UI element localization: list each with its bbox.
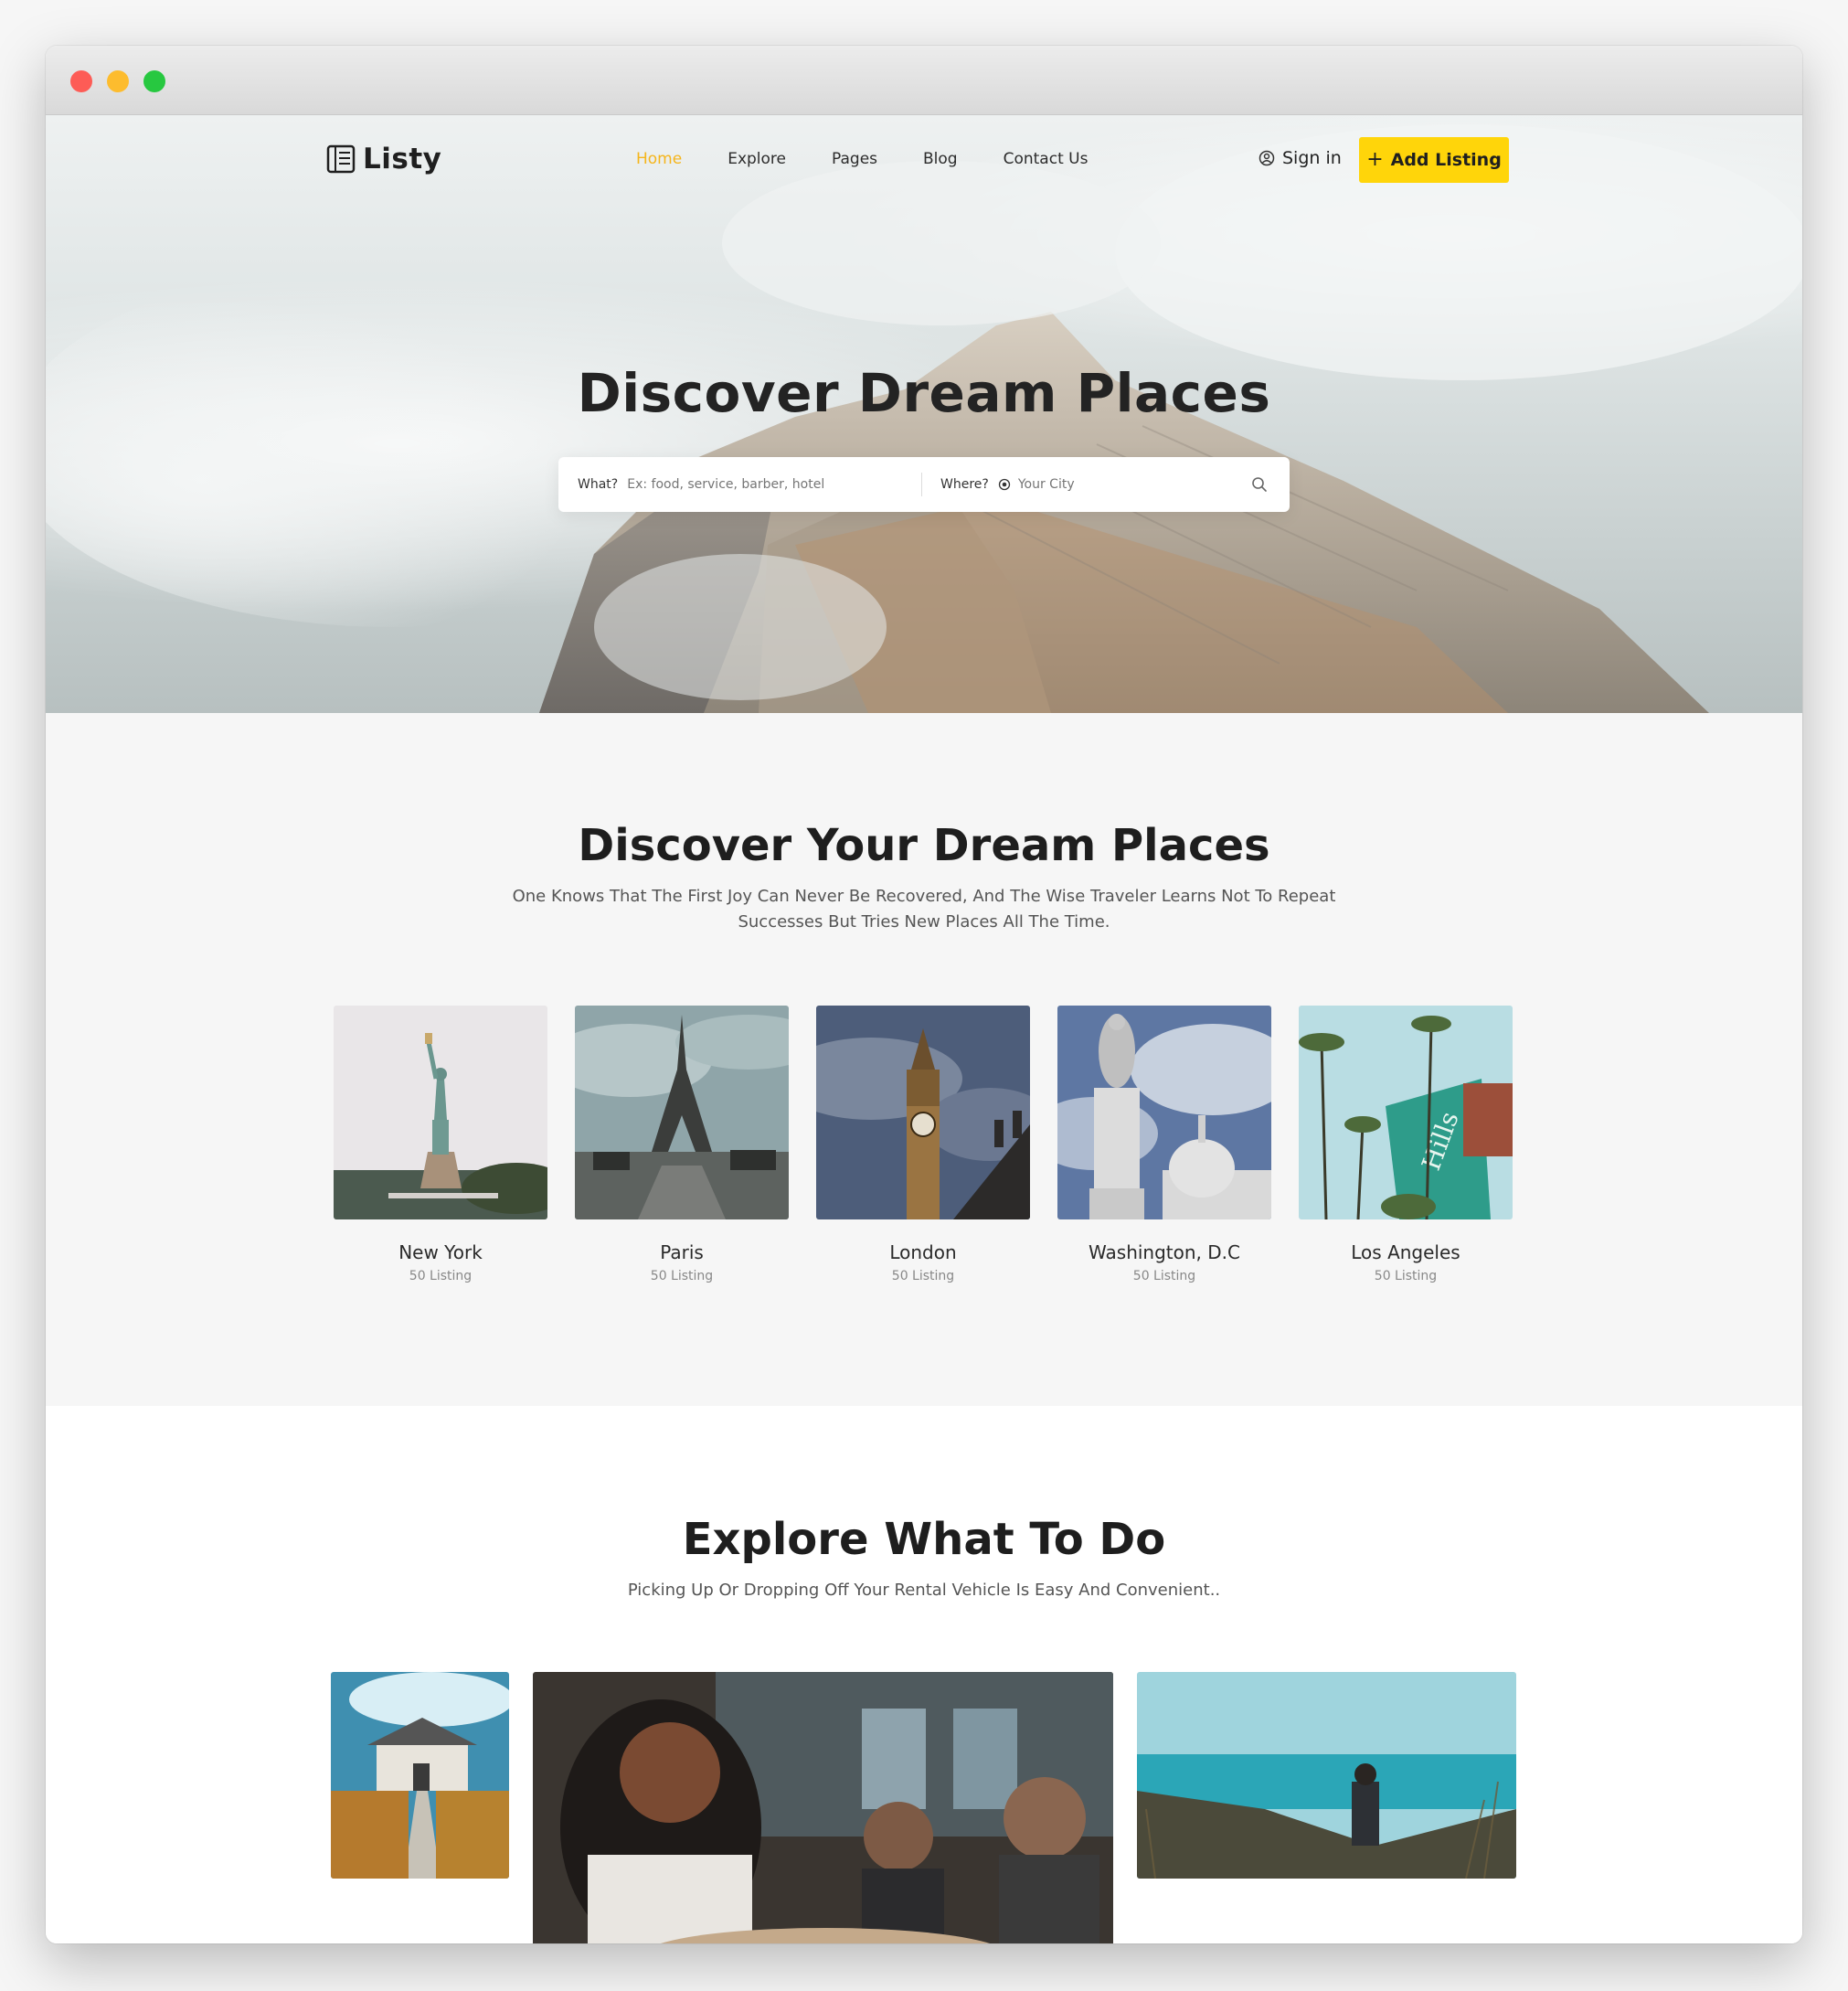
sign-in-label: Sign in bbox=[1282, 148, 1342, 168]
where-input[interactable] bbox=[1017, 477, 1219, 492]
city-image-washington-dc bbox=[1057, 1006, 1271, 1219]
city-image-paris bbox=[575, 1006, 789, 1219]
explore-section: Explore What To Do Picking Up Or Droppin… bbox=[46, 1406, 1802, 1943]
nav-explore[interactable]: Explore bbox=[728, 150, 786, 168]
book-icon bbox=[326, 144, 356, 174]
hero-section: Listy Home Explore Pages Blog Contact Us… bbox=[46, 115, 1802, 713]
places-subtitle: One Knows That The First Joy Can Never B… bbox=[512, 887, 1336, 932]
city-card-paris[interactable]: Paris 50 Listing bbox=[575, 1006, 789, 1283]
explore-subtitle: Picking Up Or Dropping Off Your Rental V… bbox=[627, 1581, 1221, 1600]
city-name: New York bbox=[398, 1241, 483, 1263]
nav-pages[interactable]: Pages bbox=[832, 150, 877, 168]
city-listing-count: 50 Listing bbox=[409, 1269, 473, 1283]
city-card-london[interactable]: London 50 Listing bbox=[816, 1006, 1030, 1283]
places-title: Discover Your Dream Places bbox=[578, 820, 1270, 871]
nav-blog[interactable]: Blog bbox=[923, 150, 958, 168]
city-listing-count: 50 Listing bbox=[1132, 1269, 1196, 1283]
search-icon[interactable] bbox=[1251, 476, 1268, 493]
city-listing-count: 50 Listing bbox=[891, 1269, 955, 1283]
city-image-los-angeles: Hills bbox=[1299, 1006, 1513, 1219]
what-label: What? bbox=[578, 477, 619, 492]
places-section: Discover Your Dream Places One Knows Tha… bbox=[46, 713, 1802, 1406]
maximize-window-button[interactable] bbox=[143, 70, 165, 92]
location-target-icon bbox=[998, 478, 1010, 491]
city-image-new-york bbox=[334, 1006, 547, 1219]
city-listing-count: 50 Listing bbox=[1374, 1269, 1438, 1283]
nav-home[interactable]: Home bbox=[636, 150, 682, 168]
minimize-window-button[interactable] bbox=[107, 70, 129, 92]
city-card-new-york[interactable]: New York 50 Listing bbox=[334, 1006, 547, 1283]
explore-tile-sea-view[interactable] bbox=[1137, 1672, 1516, 1879]
brand-name: Listy bbox=[363, 143, 442, 176]
what-field: What? bbox=[558, 473, 922, 496]
browser-window: Listy Home Explore Pages Blog Contact Us… bbox=[46, 46, 1802, 1943]
user-circle-icon bbox=[1259, 150, 1275, 166]
add-listing-label: Add Listing bbox=[1390, 150, 1502, 170]
add-listing-button[interactable]: + Add Listing bbox=[1359, 137, 1509, 183]
city-name: Paris bbox=[660, 1241, 704, 1263]
close-window-button[interactable] bbox=[70, 70, 92, 92]
where-field: Where? bbox=[922, 473, 1290, 496]
search-bar: What? Where? bbox=[558, 457, 1290, 512]
city-listing-count: 50 Listing bbox=[650, 1269, 714, 1283]
brand-logo[interactable]: Listy bbox=[324, 143, 441, 176]
window-titlebar bbox=[46, 46, 1802, 115]
hero-title: Discover Dream Places bbox=[577, 362, 1271, 424]
city-image-london bbox=[816, 1006, 1030, 1219]
sign-in-link[interactable]: Sign in bbox=[1259, 148, 1342, 168]
explore-tile-dining[interactable] bbox=[533, 1672, 1113, 1943]
city-card-washington-dc[interactable]: Washington, D.C 50 Listing bbox=[1057, 1006, 1271, 1283]
explore-tile-cabin[interactable] bbox=[331, 1672, 509, 1879]
plus-icon: + bbox=[1366, 148, 1384, 171]
city-card-los-angeles[interactable]: Hills Los Angeles 50 Listing bbox=[1299, 1006, 1513, 1283]
explore-title: Explore What To Do bbox=[682, 1514, 1166, 1565]
city-name: Washington, D.C bbox=[1089, 1241, 1240, 1263]
city-name: London bbox=[889, 1241, 957, 1263]
nav-contact-us[interactable]: Contact Us bbox=[1004, 150, 1089, 168]
city-name: Los Angeles bbox=[1351, 1241, 1460, 1263]
where-label: Where? bbox=[940, 477, 989, 492]
main-menu: Home Explore Pages Blog Contact Us bbox=[636, 150, 1133, 168]
top-navigation: Listy Home Explore Pages Blog Contact Us… bbox=[46, 115, 1802, 207]
what-input[interactable] bbox=[627, 477, 866, 492]
